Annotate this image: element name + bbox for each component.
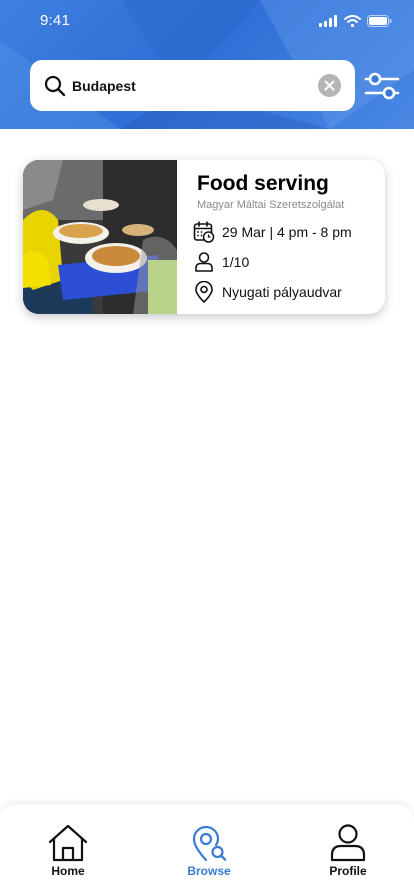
event-location: Nyugati pályaudvar xyxy=(222,284,342,300)
event-participants: 1/10 xyxy=(222,254,250,270)
filter-sliders-icon[interactable] xyxy=(364,70,400,102)
battery-icon xyxy=(367,15,392,27)
status-icons xyxy=(319,15,392,27)
wifi-icon xyxy=(344,15,361,27)
search-box[interactable] xyxy=(30,60,355,111)
tab-home-label: Home xyxy=(51,864,85,878)
person-icon xyxy=(195,252,213,272)
location-pin-icon xyxy=(195,281,213,303)
event-datetime-row: 29 Mar | 4 pm - 8 pm xyxy=(193,221,352,243)
status-time: 9:41 xyxy=(40,12,70,29)
event-organization: Magyar Máltai Szeretszolgálat xyxy=(197,199,345,211)
search-icon xyxy=(44,75,66,97)
event-location-row: Nyugati pályaudvar xyxy=(193,281,342,303)
location-search-icon xyxy=(192,825,227,862)
tab-profile[interactable]: Profile xyxy=(308,822,388,882)
tab-browse[interactable]: Browse xyxy=(169,822,249,882)
tab-browse-label: Browse xyxy=(187,864,231,878)
calendar-clock-icon xyxy=(193,221,215,243)
tab-home[interactable]: Home xyxy=(28,822,108,882)
event-title: Food serving xyxy=(197,172,329,195)
search-input[interactable] xyxy=(72,73,302,99)
tab-profile-label: Profile xyxy=(329,864,367,878)
event-participants-row: 1/10 xyxy=(193,251,249,273)
event-datetime: 29 Mar | 4 pm - 8 pm xyxy=(222,224,352,240)
profile-icon xyxy=(330,824,366,862)
event-card[interactable]: Food serving Magyar Máltai Szeretszolgál… xyxy=(23,160,385,314)
event-photo xyxy=(23,160,177,314)
status-bar: 9:41 xyxy=(0,0,414,44)
bottom-tab-bar: Home Browse Profile xyxy=(0,804,414,896)
home-icon xyxy=(48,824,88,862)
cellular-signal-icon xyxy=(319,15,337,27)
clear-search-icon[interactable] xyxy=(318,74,341,97)
